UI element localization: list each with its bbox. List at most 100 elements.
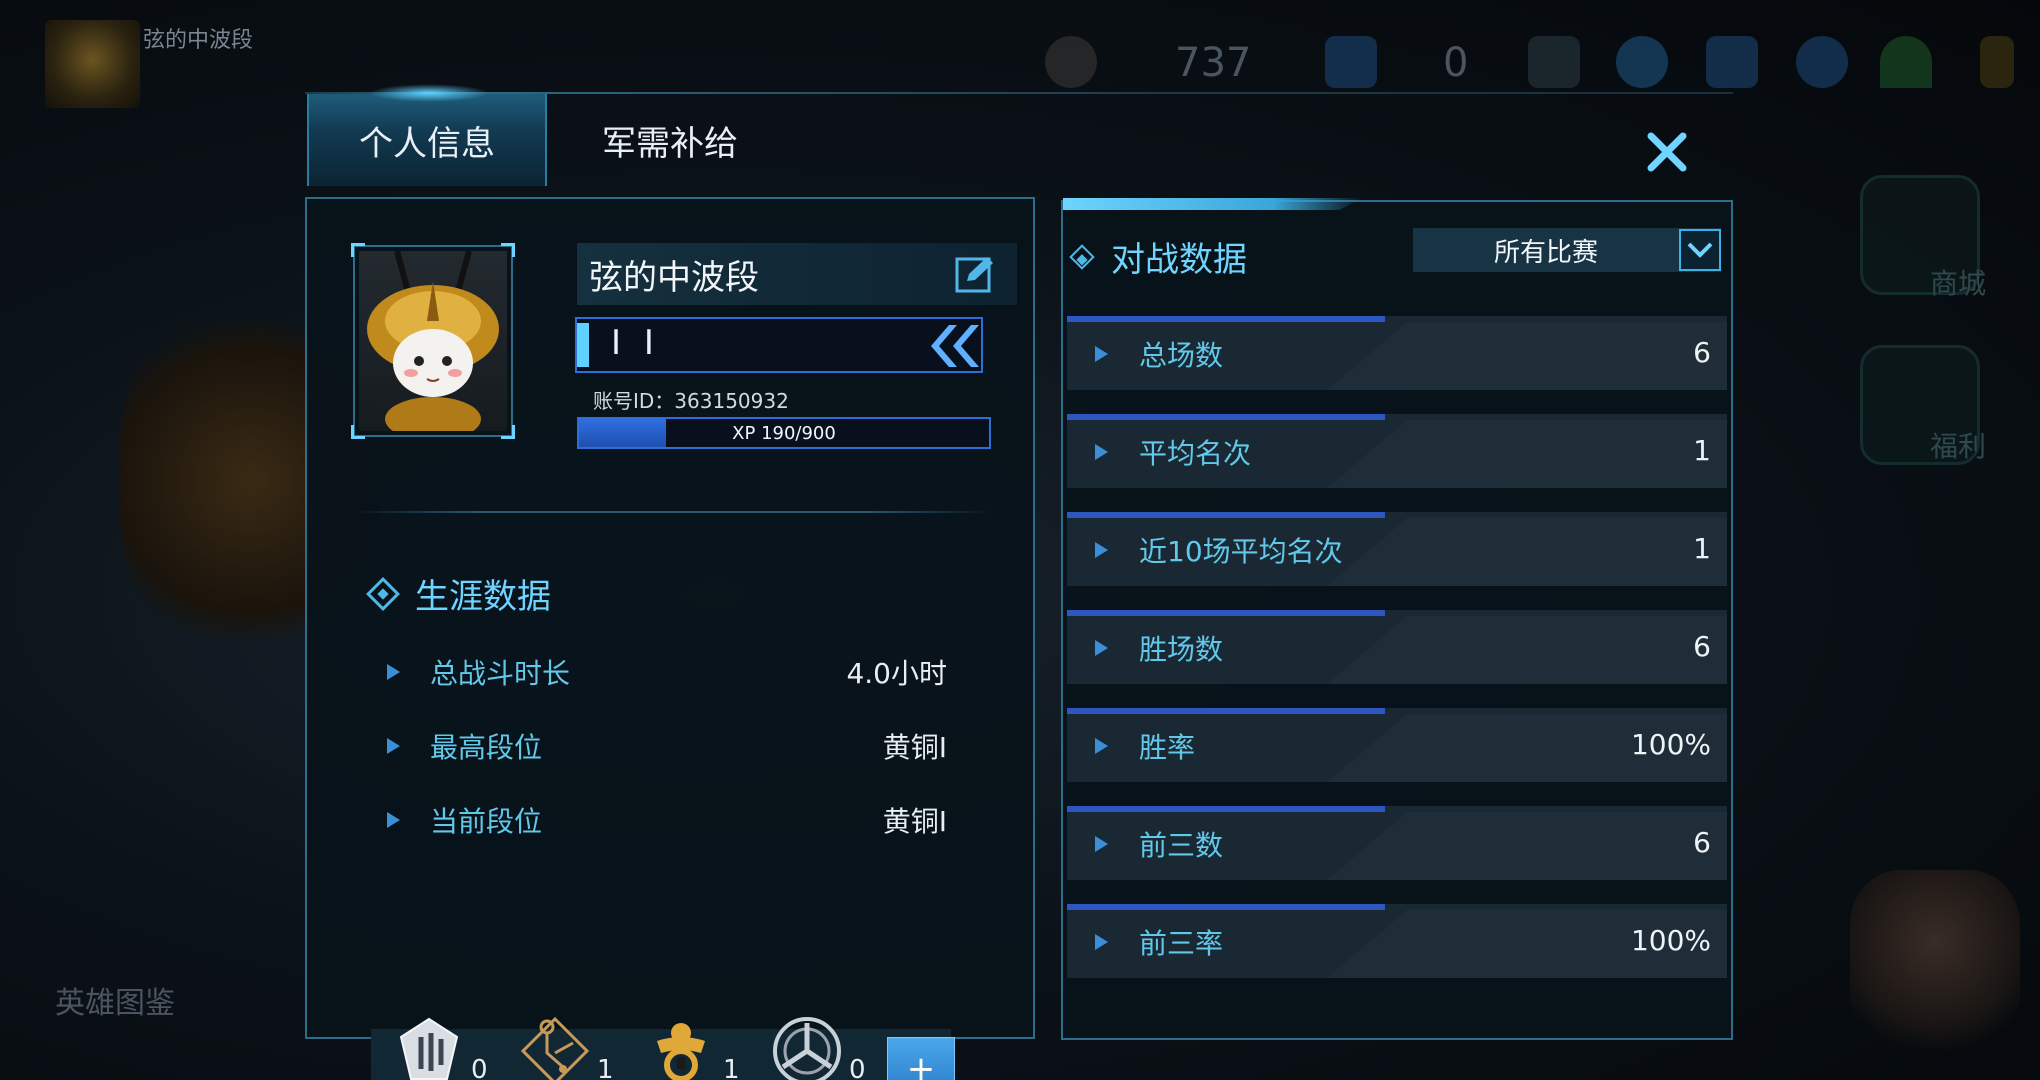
double-chevron-icon [931,325,979,367]
play-arrow-icon [1095,346,1108,362]
frame-corner [501,425,515,439]
chevron-down-icon [1687,242,1713,258]
bg-currency-amount: 737 [1175,40,1252,86]
close-icon [1647,132,1687,172]
white-shield-badge-icon [399,1017,459,1080]
career-title-text: 生涯数据 [415,577,551,617]
row-shade [1327,616,1727,684]
bg-wifi-icon [1880,36,1932,88]
match-filter-dropdown[interactable]: 所有比赛 [1413,228,1721,272]
bg-player-avatar [45,20,140,108]
stat-row-top3-rate: 前三率 100% [1067,904,1727,978]
bg-hero-portrait [1850,870,2020,1050]
stat-row-win-rate: 胜率 100% [1067,708,1727,782]
play-arrow-icon [1095,444,1108,460]
career-row-current-rank: 当前段位 黄铜I [387,795,947,845]
career-row-value: 4.0小时 [846,657,947,690]
row-accent-bar [1067,316,1385,322]
dropdown-button[interactable] [1679,229,1721,271]
play-arrow-icon [1095,738,1108,754]
row-accent-bar [1067,904,1385,910]
bg-settings-icon [1796,36,1848,88]
divider [353,511,993,513]
plus-icon: + [906,1049,936,1080]
row-shade [1327,812,1727,880]
row-shade [1327,322,1727,390]
avatar-image [359,251,507,431]
panel-glow [1063,198,1363,210]
account-id: 账号ID：363150932 [593,389,789,413]
career-row-label: 总战斗时长 [430,657,571,690]
bg-profile-icon [1616,36,1668,88]
player-name: 弦的中波段 [589,257,759,298]
tab-personal-info[interactable]: 个人信息 [307,84,547,186]
stat-row-wins: 胜场数 6 [1067,610,1727,684]
row-accent-bar [1067,512,1385,518]
row-accent-bar [1067,610,1385,616]
badge-item[interactable]: 1 [643,1013,740,1080]
play-arrow-icon [1095,934,1108,950]
stat-row-top3: 前三数 6 [1067,806,1727,880]
stat-label: 胜场数 [1139,633,1224,666]
player-name-box: 弦的中波段 [577,243,1017,305]
avatar[interactable] [351,243,515,439]
rank-bar-value: I I [611,323,660,363]
career-row-highest-rank: 最高段位 黄铜I [387,721,947,771]
badge-item[interactable]: 1 [517,1013,614,1080]
tab-bar: 个人信息 军需补给 [305,84,1733,192]
profile-modal: 个人信息 军需补给 弦的中波段 I I 账号ID：363150932 XP 19… [305,84,1733,1080]
bg-add-icon [1528,36,1580,88]
stat-value: 1 [1693,434,1711,467]
bg-gem-icon [1325,36,1377,88]
stat-row-recent-avg-rank: 近10场平均名次 1 [1067,512,1727,586]
stat-label: 平均名次 [1139,437,1252,470]
stat-label: 前三率 [1139,927,1224,960]
stat-value: 6 [1693,826,1711,859]
tab-supplies[interactable]: 军需补给 [555,94,785,186]
xp-progress-bar: XP 190/900 [577,417,991,449]
row-accent-bar [1067,708,1385,714]
badge-count: 1 [597,1055,614,1080]
stat-label: 近10场平均名次 [1139,535,1343,568]
bg-shop-label: 商城 [1930,267,1987,300]
battle-section-title: 对战数据 [1069,232,1247,281]
career-row-value: 黄铜I [882,731,947,764]
career-row-value: 黄铜I [882,805,947,838]
xp-text: XP 190/900 [732,422,836,444]
gold-ring-badge-icon [657,1023,705,1080]
play-arrow-icon [1095,542,1108,558]
golden-hero-icon [367,251,499,431]
battle-stats-panel: 对战数据 所有比赛 总场数 6 平均名次 1 近10场平均名次 1 胜场数 6 … [1061,198,1733,1040]
game-screen: 弦的中波段 737 0 英雄图鉴 商城 福利 个人信息 军需补给 弦的中波段 I… [0,0,2040,1080]
stat-value: 6 [1693,630,1711,663]
badge-count: 1 [723,1055,740,1080]
bg-mail-icon [1706,36,1758,88]
badge-count: 0 [849,1055,866,1080]
badge-item[interactable]: 0 [391,1013,488,1080]
row-accent-bar [1067,806,1385,812]
stat-label: 胜率 [1139,731,1196,764]
stat-value: 6 [1693,336,1711,369]
row-shade [1327,518,1727,586]
bg-battery-icon [1980,36,2014,88]
frame-corner [501,243,515,257]
career-row-label: 最高段位 [430,731,543,764]
frame-corner [351,425,365,439]
row-shade [1327,420,1727,488]
match-filter-value: 所有比赛 [1493,237,1598,268]
career-section-title: 生涯数据 [366,569,551,618]
silver-wheel-badge-icon [773,1017,841,1080]
stat-value: 1 [1693,532,1711,565]
diamond-icon [1069,243,1095,270]
bg-welfare-label: 福利 [1930,430,1987,463]
play-arrow-icon [387,664,400,680]
add-badge-button[interactable]: + [887,1037,955,1080]
close-button[interactable] [1637,122,1697,182]
stat-label: 前三数 [1139,829,1224,862]
bg-player-name: 弦的中波段 [143,28,254,53]
play-arrow-icon [387,812,400,828]
badge-item[interactable]: 0 [769,1013,866,1080]
edit-name-icon[interactable] [955,255,995,293]
diamond-icon [366,576,400,611]
rank-bar-tip [577,323,589,367]
